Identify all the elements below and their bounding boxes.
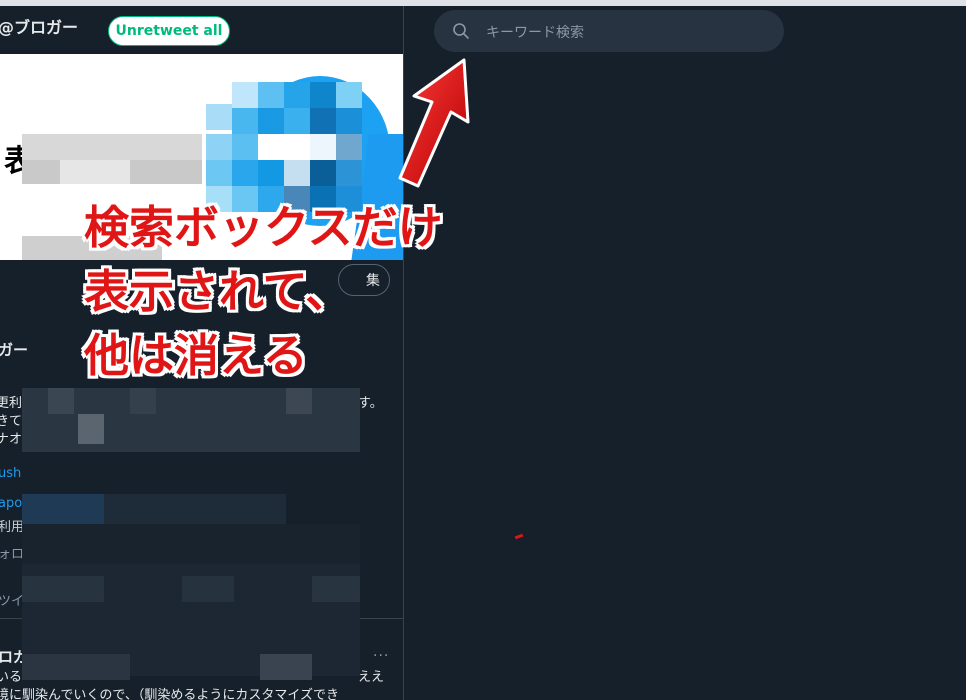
annotation-line-3: 他は消える: [84, 329, 308, 382]
annotation-line-1: 検索ボックスだけ: [84, 201, 443, 254]
annotation-line-2: 表示されて、: [84, 265, 351, 318]
annotation-text: 検索ボックスだけ 表示されて、 他は消える: [84, 196, 443, 388]
